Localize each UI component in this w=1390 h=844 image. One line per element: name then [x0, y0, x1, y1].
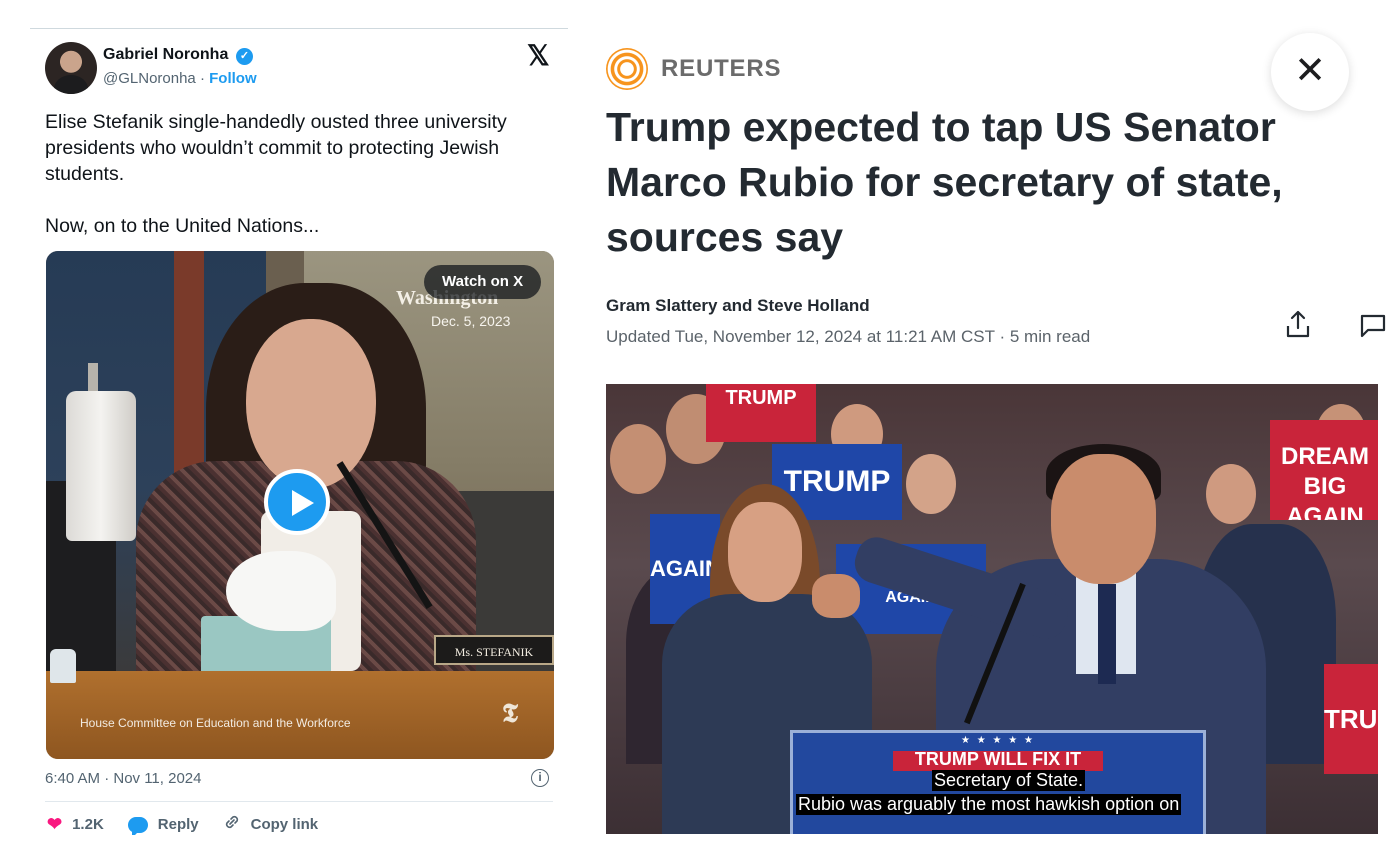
reply-label: Reply: [157, 816, 199, 833]
nyt-watermark-icon: 𝕿: [502, 699, 518, 728]
photo-scene: [1051, 454, 1156, 584]
photo-scene: [812, 574, 860, 618]
tweet-paragraph: Elise Stefanik single-handedly ousted th…: [45, 111, 507, 185]
author-name[interactable]: Gabriel Noronha: [103, 46, 228, 64]
photo-sign: TRUMP: [1324, 664, 1378, 774]
source-name[interactable]: REUTERS: [661, 55, 781, 83]
author-handle-row: @GLNoronha · Follow: [103, 70, 257, 87]
info-icon[interactable]: i: [531, 769, 549, 787]
podium-stars: ★ ★ ★ ★ ★: [961, 735, 1035, 746]
copy-link-button[interactable]: Copy link: [223, 813, 319, 835]
meta-separator: ·: [999, 327, 1006, 346]
play-icon[interactable]: [264, 469, 330, 535]
comment-icon[interactable]: [1356, 312, 1386, 340]
reply-button[interactable]: Reply: [127, 816, 199, 835]
tweet-actions: ❤ 1.2K Reply Copy link: [47, 813, 342, 835]
tweet-text: Elise Stefanik single-handedly ousted th…: [45, 109, 525, 239]
photo-sign: DREAM BIG AGAIN: [1270, 420, 1378, 520]
tweet-timestamp[interactable]: 6:40 AM · Nov 11, 2024: [45, 770, 201, 787]
copy-link-label: Copy link: [250, 816, 319, 833]
author-handle[interactable]: @GLNoronha: [103, 70, 196, 87]
photo-scene: [906, 454, 956, 514]
photo-sign-line: DREAM BIG: [1281, 443, 1369, 500]
verified-badge-icon: ✓: [236, 48, 253, 65]
video-scene: [46, 671, 554, 759]
photo-scene: [1206, 464, 1256, 524]
watch-on-x-button[interactable]: Watch on X: [424, 265, 542, 299]
share-icon[interactable]: [1282, 308, 1314, 340]
like-button[interactable]: ❤ 1.2K: [47, 814, 104, 835]
article-byline[interactable]: Gram Slattery and Steve Holland: [606, 296, 870, 316]
video-scene: [66, 391, 136, 541]
link-icon: [223, 813, 241, 835]
photo-sign: TRUMP: [706, 384, 816, 442]
tweet-paragraph: Now, on to the United Nations...: [45, 215, 320, 237]
reuters-logo-icon[interactable]: [606, 48, 648, 90]
photo-scene: [1098, 584, 1116, 684]
divider: [45, 801, 553, 802]
likes-count: 1.2K: [72, 816, 104, 833]
follow-link[interactable]: Follow: [209, 70, 257, 87]
photo-scene: [728, 502, 802, 602]
updated-timestamp: Updated Tue, November 12, 2024 at 11:21 …: [606, 327, 995, 346]
video-subtitle-line-2: Rubio was arguably the most hawkish opti…: [796, 794, 1182, 815]
video-scene: [246, 319, 376, 489]
read-time: 5 min read: [1009, 327, 1091, 346]
video-nameplate: Ms. STEFANIK: [434, 635, 554, 665]
x-logo-icon[interactable]: 𝕏: [527, 39, 550, 72]
podium-text: TRUMP WILL FIX IT: [914, 749, 1082, 769]
photo-scene: [610, 424, 666, 494]
author-avatar[interactable]: [45, 42, 97, 94]
tweet-embed: Gabriel Noronha ✓ @GLNoronha · Follow 𝕏 …: [30, 28, 568, 835]
video-scene: [226, 551, 336, 631]
video-scene: [50, 649, 76, 683]
article-meta: Updated Tue, November 12, 2024 at 11:21 …: [606, 327, 1090, 347]
heart-icon: ❤: [47, 814, 63, 834]
video-subtitle-line-1: Secretary of State.: [932, 770, 1086, 791]
video-lower-caption: House Committee on Education and the Wor…: [80, 716, 351, 730]
video-date-overlay: Dec. 5, 2023: [431, 313, 511, 329]
tweet-video[interactable]: Ms. STEFANIK Washington Dec. 5, 2023 Wat…: [46, 251, 554, 759]
photo-sign-line: AGAIN: [1286, 503, 1364, 520]
reply-bubble-icon: [127, 816, 148, 835]
article-headline: Trump expected to tap US Senator Marco R…: [606, 104, 1283, 260]
article-hero-photo[interactable]: TRUMP TRUMP DREAM BIG AGAIN DREAM BIG AG…: [606, 384, 1378, 834]
handle-separator: ·: [199, 70, 205, 87]
